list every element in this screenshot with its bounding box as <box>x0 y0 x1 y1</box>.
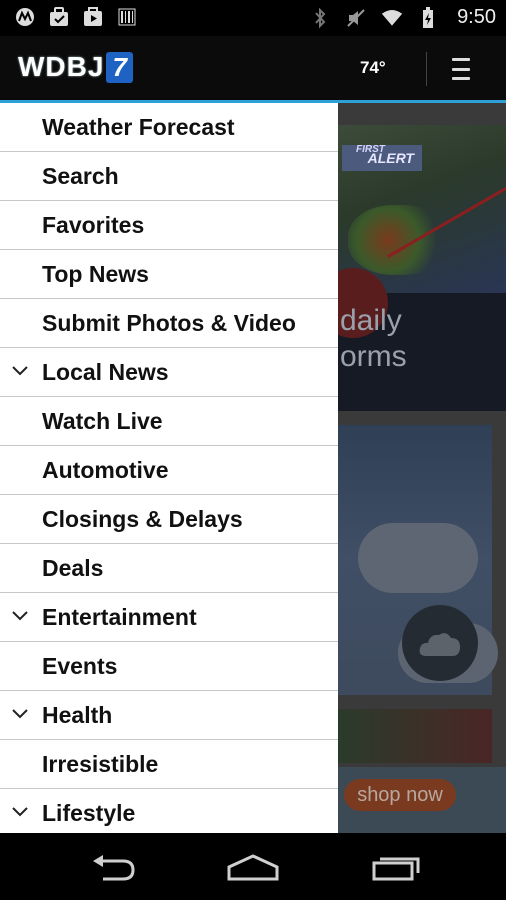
briefcase-icon <box>48 6 70 28</box>
drawer-item-events[interactable]: Events <box>0 642 338 691</box>
battery-icon <box>417 6 439 29</box>
shop-now-button[interactable]: shop now <box>344 779 456 811</box>
weather-cloud-button[interactable] <box>402 605 478 681</box>
status-bar: 9:50 <box>0 0 506 36</box>
drawer-item-label: Local News <box>42 358 169 385</box>
first-alert-badge: FIRST ALERT <box>342 144 422 171</box>
content-behind-drawer: FIRST ALERT daily orms shop now <box>338 103 506 833</box>
app-bar-divider <box>426 52 427 86</box>
cloud-icon <box>419 633 460 656</box>
drawer-item-watch-live[interactable]: Watch Live <box>0 397 338 446</box>
drawer-item-label: Closings & Delays <box>42 505 243 532</box>
logo-number: 7 <box>106 51 133 83</box>
recent-apps-icon[interactable] <box>368 853 422 881</box>
chevron-down-icon[interactable] <box>12 611 28 621</box>
drawer-item-closings-delays[interactable]: Closings & Delays <box>0 495 338 544</box>
bluetooth-icon <box>309 7 331 29</box>
system-nav-bar <box>0 833 506 900</box>
drawer-item-favorites[interactable]: Favorites <box>0 201 338 250</box>
back-icon[interactable] <box>86 853 140 881</box>
drawer-item-label: Deals <box>42 554 104 581</box>
mute-icon <box>345 7 367 29</box>
drawer-item-lifestyle[interactable]: Lifestyle <box>0 789 338 833</box>
barcode-icon <box>116 6 138 28</box>
app-bar: WDBJ 7 74° <box>0 36 506 100</box>
drawer-item-top-news[interactable]: Top News <box>0 250 338 299</box>
chevron-down-icon[interactable] <box>12 366 28 376</box>
drawer-item-label: Lifestyle <box>42 799 136 826</box>
drawer-item-label: Events <box>42 652 118 679</box>
drawer-item-health[interactable]: Health <box>0 691 338 740</box>
home-icon[interactable] <box>224 853 282 881</box>
story-headline: daily orms <box>340 303 407 375</box>
drawer-item-label: Automotive <box>42 456 169 483</box>
drawer-item-label: Weather Forecast <box>42 113 235 140</box>
cars-photo <box>338 709 492 763</box>
ad-banner[interactable]: shop now <box>338 767 506 833</box>
drawer-item-weather-forecast[interactable]: Weather Forecast <box>0 103 338 152</box>
story-headline-text: daily orms <box>340 304 407 373</box>
drawer-item-submit-photos-video[interactable]: Submit Photos & Video <box>0 299 338 348</box>
wifi-icon <box>381 7 403 29</box>
drawer-item-label: Entertainment <box>42 603 197 630</box>
temperature-readout[interactable]: 74° <box>360 58 386 78</box>
logo-text: WDBJ <box>18 51 105 82</box>
drawer-item-label: Health <box>42 701 113 728</box>
chevron-down-icon[interactable] <box>12 709 28 719</box>
drawer-item-label: Top News <box>42 260 149 287</box>
drawer-item-search[interactable]: Search <box>0 152 338 201</box>
drawer-item-label: Submit Photos & Video <box>42 309 296 336</box>
chevron-down-icon[interactable] <box>12 807 28 817</box>
drawer-item-deals[interactable]: Deals <box>0 544 338 593</box>
drawer-item-entertainment[interactable]: Entertainment <box>0 593 338 642</box>
cloud-shape <box>358 523 478 593</box>
drawer-item-label: Search <box>42 162 119 189</box>
first-alert-badge-top: FIRST <box>356 144 385 155</box>
station-logo[interactable]: WDBJ 7 <box>18 50 133 84</box>
drawer-item-label: Favorites <box>42 211 145 238</box>
play-store-icon <box>82 6 104 28</box>
drawer-item-local-news[interactable]: Local News <box>0 348 338 397</box>
menu-icon[interactable] <box>452 58 470 80</box>
drawer-item-irresistible[interactable]: Irresistible <box>0 740 338 789</box>
navigation-drawer: Weather Forecast Search Favorites Top News S… <box>0 103 338 833</box>
clock: 9:50 <box>457 6 496 28</box>
drawer-item-label: Irresistible <box>42 750 159 777</box>
drawer-item-automotive[interactable]: Automotive <box>0 446 338 495</box>
motorola-icon <box>14 6 36 28</box>
drawer-item-label: Watch Live <box>42 407 163 434</box>
